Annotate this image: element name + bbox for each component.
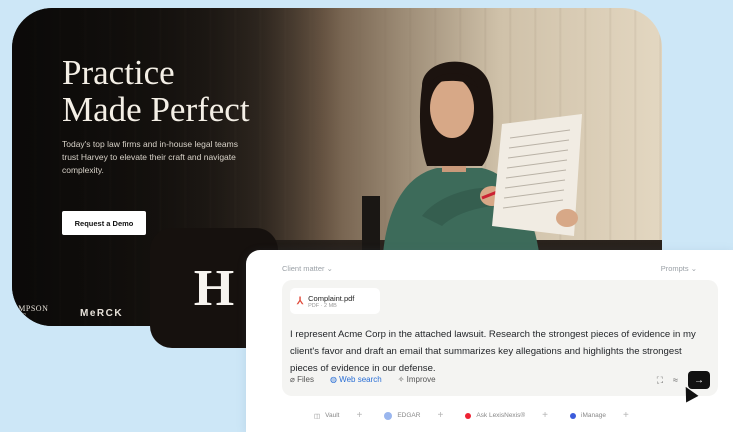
panel-topbar: Client matter ⌄ Prompts ⌄	[282, 264, 697, 273]
imanage-icon	[570, 412, 577, 419]
source-edgar[interactable]: EDGAR +	[378, 410, 449, 421]
prompt-text[interactable]: I represent Acme Corp in the attached la…	[290, 326, 710, 377]
add-imanage-icon[interactable]: +	[623, 410, 629, 421]
attachment-name: Complaint.pdf	[308, 293, 355, 303]
source-vault[interactable]: ◫ Vault +	[308, 410, 368, 421]
source-imanage-label: iManage	[581, 412, 606, 419]
sparkle-icon: ✧	[397, 375, 405, 384]
paperclip-icon: ⌀	[290, 375, 295, 384]
source-imanage[interactable]: iManage +	[564, 410, 635, 421]
attachment-meta: PDF · 2 MB	[308, 302, 337, 309]
files-button[interactable]: ⌀ Files	[290, 375, 314, 384]
web-search-button[interactable]: ◍ Web search	[330, 375, 382, 384]
expand-icon[interactable]: ⛶	[657, 375, 663, 386]
settings-sliders-icon[interactable]: ≈	[673, 375, 678, 385]
source-lexisnexis-label: Ask LexisNexis®	[476, 412, 526, 419]
client-matter-dropdown[interactable]: Client matter ⌄	[282, 264, 333, 273]
headline-line-1: Practice	[62, 53, 175, 92]
request-demo-button[interactable]: Request a Demo	[62, 211, 146, 235]
harvey-logo-letter: H	[193, 259, 235, 317]
source-edgar-label: EDGAR	[397, 412, 421, 419]
source-vault-label: Vault	[325, 412, 340, 419]
add-edgar-icon[interactable]: +	[437, 410, 443, 421]
prompts-dropdown[interactable]: Prompts ⌄	[661, 264, 697, 273]
globe-icon: ◍	[329, 375, 337, 384]
prompt-input-box[interactable]: ⅄ Complaint.pdf PDF · 2 MB I represent A…	[282, 280, 718, 396]
pdf-icon: ⅄	[297, 295, 304, 307]
prompt-tools: ⌀ Files ◍ Web search ✧ Improve	[290, 375, 436, 384]
client-logo-thompson: OMPSON INE	[12, 304, 49, 321]
client-logo-strip: OMPSON INE MeRCK C	[12, 300, 165, 326]
web-search-label: Web search	[339, 375, 382, 384]
attachment-info: Complaint.pdf PDF · 2 MB	[308, 294, 354, 309]
add-lexisnexis-icon[interactable]: +	[542, 410, 548, 421]
add-vault-icon[interactable]: +	[357, 410, 363, 421]
hero-headline: Practice Made Perfect	[62, 54, 250, 128]
improve-label: Improve	[406, 375, 436, 384]
source-lexisnexis[interactable]: Ask LexisNexis® +	[459, 410, 554, 421]
lexisnexis-icon	[465, 412, 472, 419]
improve-button[interactable]: ✧ Improve	[398, 375, 436, 384]
attachment-chip[interactable]: ⅄ Complaint.pdf PDF · 2 MB	[290, 288, 380, 314]
woman-reading-document-image	[362, 61, 582, 276]
files-label: Files	[297, 375, 314, 384]
client-logo-merck: MeRCK	[80, 307, 124, 319]
hero-subtext: Today's top law firms and in-house legal…	[62, 139, 238, 175]
prompt-controls: ⛶ ≈ →	[657, 371, 710, 389]
headline-line-2: Made Perfect	[62, 90, 250, 129]
source-chips: ◫ Vault + EDGAR + Ask LexisNexis® + iManage +	[308, 410, 635, 421]
assistant-panel: Client matter ⌄ Prompts ⌄ ⅄ Complaint.pd…	[246, 250, 733, 432]
edgar-icon	[384, 411, 393, 420]
vault-icon: ◫	[314, 412, 321, 420]
